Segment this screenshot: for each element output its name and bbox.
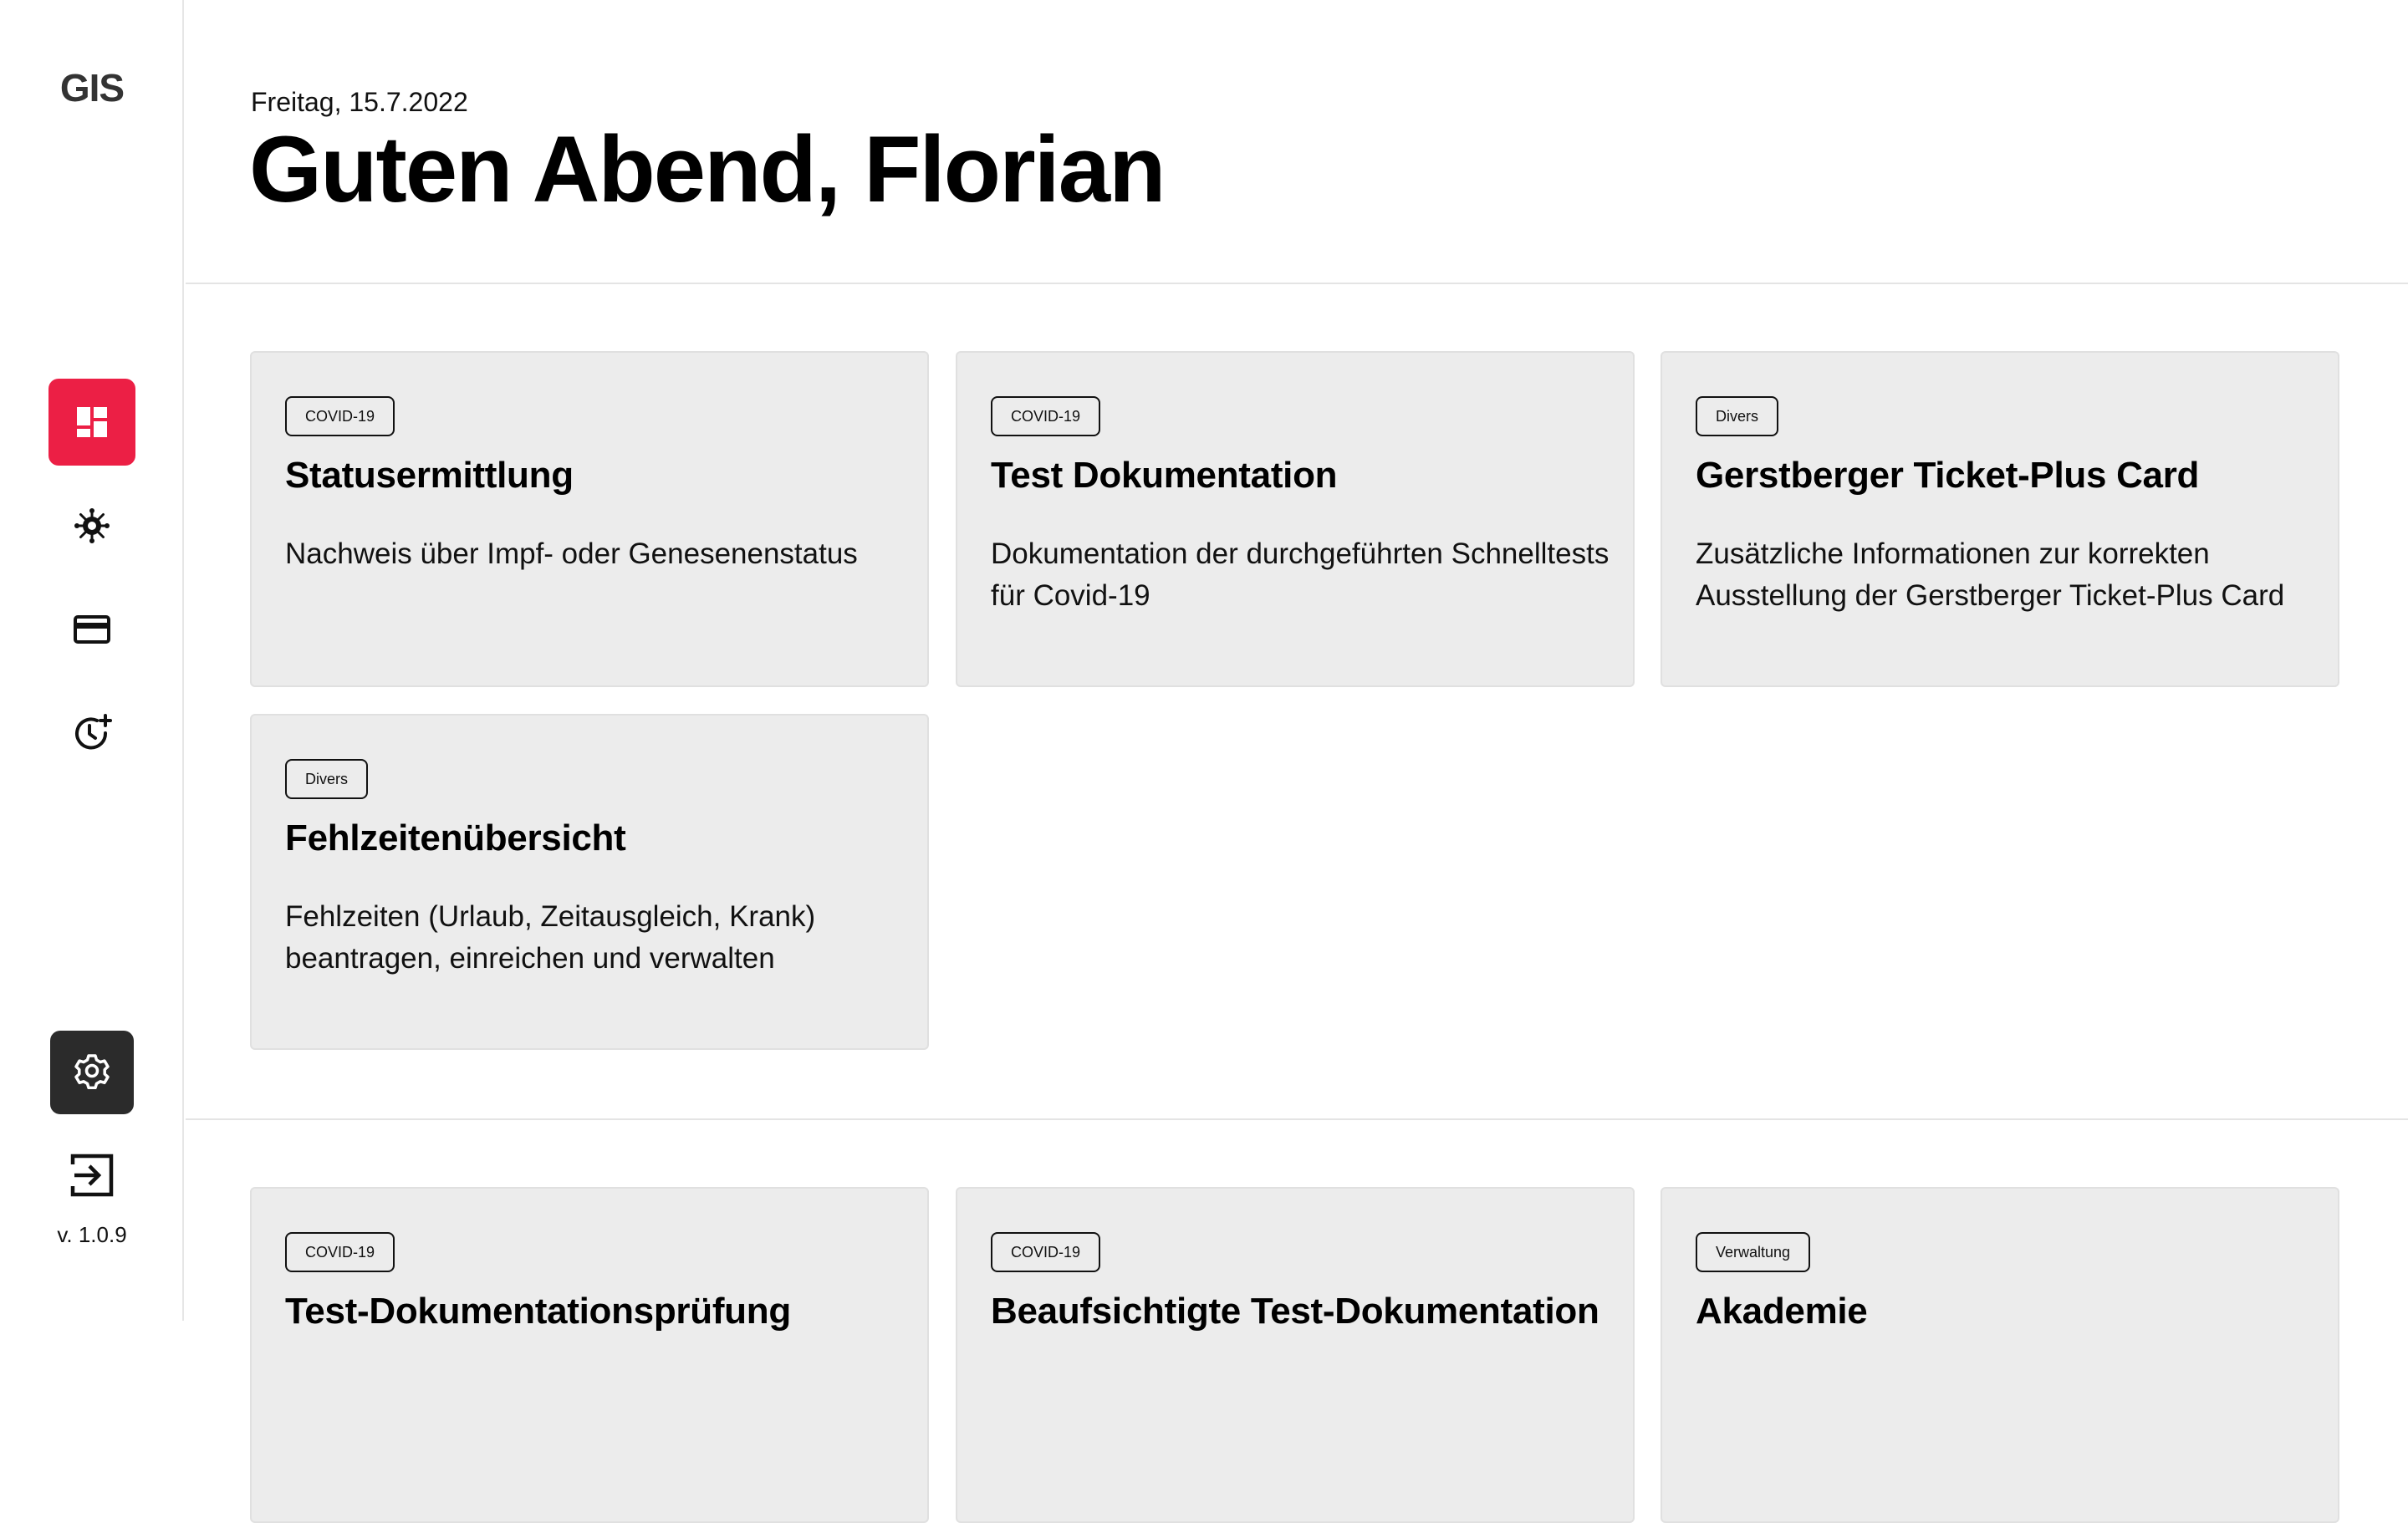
credit-card-icon <box>74 615 110 644</box>
virus-icon <box>74 507 110 544</box>
clock-plus-icon <box>72 713 112 753</box>
card-description: Fehlzeiten (Urlaub, Zeitausgleich, Krank… <box>285 900 816 975</box>
settings-button[interactable] <box>50 1031 134 1114</box>
card-test-dokumentation[interactable]: COVID-19 Test Dokumentation Dokumentatio… <box>956 351 1635 687</box>
card-title: Fehlzeitenübersicht <box>285 818 626 858</box>
nav-dashboard[interactable] <box>48 379 135 466</box>
nav-absence[interactable] <box>48 690 135 777</box>
header-divider <box>186 283 2408 284</box>
app-logo: GIS <box>59 66 125 110</box>
logout-icon <box>69 1153 115 1202</box>
card-tag: COVID-19 <box>285 1232 395 1272</box>
card-description: Nachweis über Impf- oder Genesenenstatus <box>285 537 858 570</box>
card-akademie[interactable]: Verwaltung Akademie <box>1661 1187 2339 1523</box>
card-beaufsichtigte-test[interactable]: COVID-19 Beaufsichtigte Test-Dokumentati… <box>956 1187 1635 1523</box>
card-fehlzeiten[interactable]: Divers Fehlzeitenübersicht Fehlzeiten (U… <box>250 714 929 1050</box>
card-tag: COVID-19 <box>991 1232 1101 1272</box>
section-divider <box>186 1118 2408 1120</box>
nav-covid[interactable] <box>48 482 135 569</box>
card-title: Beaufsichtigte Test-Dokumentation <box>991 1291 1599 1332</box>
card-description: Dokumentation der durchgeführten Schnell… <box>991 537 1610 612</box>
card-tag: Divers <box>1696 396 1779 436</box>
card-tag: COVID-19 <box>285 396 395 436</box>
sidebar: GIS v. 1.0.9 <box>0 0 184 1321</box>
logout-button[interactable] <box>50 1135 134 1219</box>
card-description: Zusätzliche Informationen zur korrekten … <box>1696 537 2285 612</box>
card-title: Gerstberger Ticket-Plus Card <box>1696 455 2200 496</box>
card-ticket-plus[interactable]: Divers Gerstberger Ticket-Plus Card Zusä… <box>1661 351 2339 687</box>
dashboard-icon <box>75 405 109 439</box>
app-version: v. 1.0.9 <box>57 1222 127 1247</box>
card-title: Test-Dokumentationsprüfung <box>285 1291 791 1332</box>
gear-icon <box>74 1052 110 1093</box>
card-title: Test Dokumentation <box>991 455 1338 496</box>
page-title: Guten Abend, Florian <box>249 117 1166 222</box>
card-tag: Divers <box>285 759 369 799</box>
current-date: Freitag, 15.7.2022 <box>251 87 468 117</box>
card-tag: Verwaltung <box>1696 1232 1811 1272</box>
card-tag: COVID-19 <box>991 396 1101 436</box>
card-statusermittlung[interactable]: COVID-19 Statusermittlung Nachweis über … <box>250 351 929 687</box>
card-title: Akademie <box>1696 1291 1868 1332</box>
card-title: Statusermittlung <box>285 455 574 496</box>
card-test-dokumentationspruefung[interactable]: COVID-19 Test-Dokumentationsprüfung <box>250 1187 929 1523</box>
nav-card[interactable] <box>48 586 135 673</box>
